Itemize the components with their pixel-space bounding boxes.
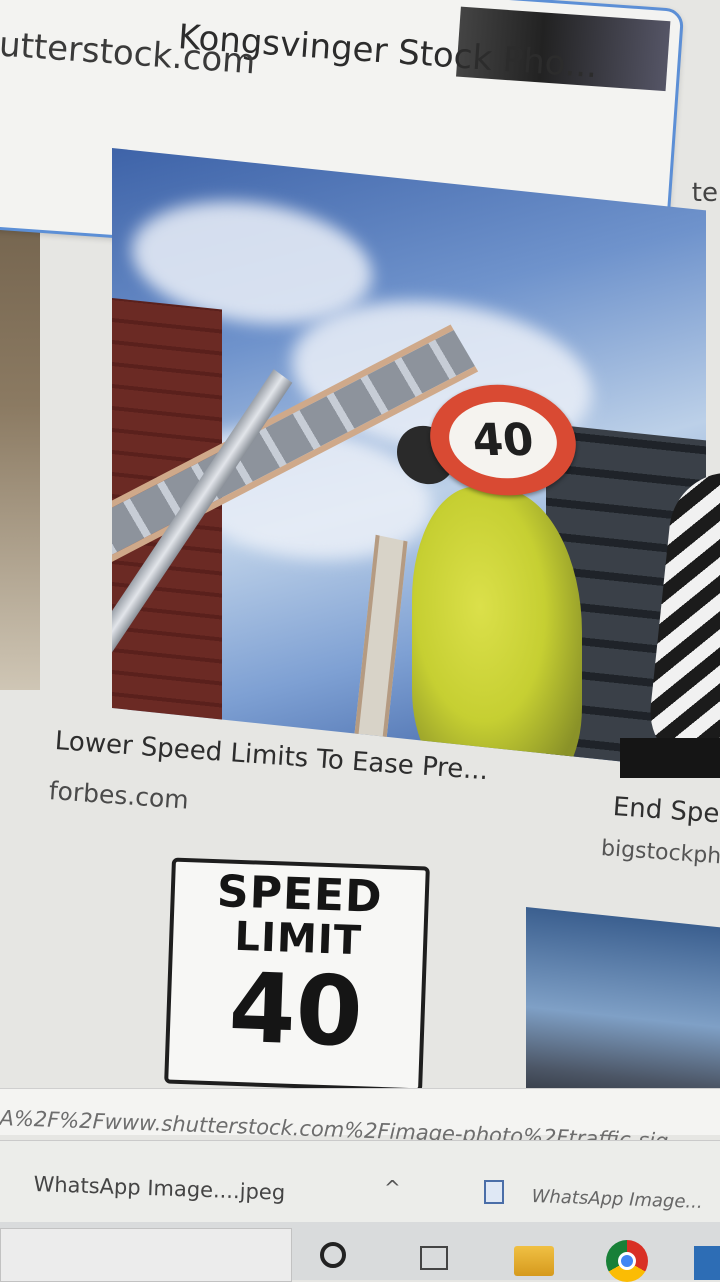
ladder-upright <box>348 534 408 771</box>
speed-limit-sign-image[interactable]: SPEED LIMIT 40 <box>164 857 430 1093</box>
task-view-icon[interactable] <box>420 1246 448 1270</box>
speed-sign-line3: 40 <box>227 951 365 1069</box>
right-result-watermark <box>620 738 720 778</box>
file-explorer-icon[interactable] <box>514 1246 554 1276</box>
chevron-up-icon[interactable]: ^ <box>384 1176 401 1200</box>
right-result-source: bigstockph <box>600 836 720 870</box>
main-result-image[interactable]: 40 <box>112 148 706 771</box>
main-result-source: forbes.com <box>47 776 190 815</box>
cortana-icon[interactable] <box>320 1242 346 1268</box>
taskbar-search-box[interactable] <box>0 1228 292 1282</box>
right-result-caption[interactable]: End Spe <box>612 792 720 829</box>
file-icon <box>484 1180 504 1204</box>
sign-value: 40 <box>445 401 561 479</box>
chrome-icon[interactable] <box>606 1240 648 1282</box>
edge-partial-text: te <box>691 178 718 208</box>
app-icon[interactable] <box>694 1246 720 1280</box>
